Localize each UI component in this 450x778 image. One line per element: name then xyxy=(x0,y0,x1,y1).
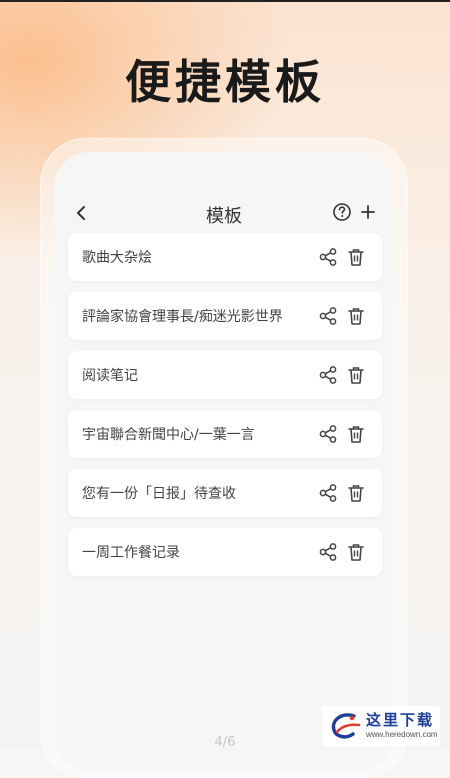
trash-icon[interactable] xyxy=(346,424,366,444)
template-name: 阅读笔记 xyxy=(82,368,138,384)
trash-icon[interactable] xyxy=(346,365,366,385)
template-card[interactable]: 宇宙聯合新聞中心/一葉一言 xyxy=(68,410,382,458)
share-icon[interactable] xyxy=(318,424,338,444)
app-header: 模板 xyxy=(54,196,394,232)
promo-headline: 便捷模板 xyxy=(125,55,325,109)
trash-icon[interactable] xyxy=(346,483,366,503)
template-card[interactable]: 評論家協會理事長/痴迷光影世界 xyxy=(68,292,382,340)
trash-icon[interactable] xyxy=(346,306,366,326)
template-name: 您有一份「日报」待查收 xyxy=(82,486,236,502)
watermark-url: www.heredown.com xyxy=(366,730,438,739)
share-icon[interactable] xyxy=(318,365,338,385)
template-card[interactable]: 阅读笔记 xyxy=(68,351,382,399)
template-list: 歌曲大杂烩 評論家協會理事長/痴迷光影世界 阅读笔记 宇宙聯合新聞中心/一葉一言… xyxy=(68,233,382,587)
share-icon[interactable] xyxy=(318,542,338,562)
add-template-button[interactable] xyxy=(358,202,380,224)
question-circle-icon xyxy=(333,203,351,221)
chevron-left-icon xyxy=(77,206,85,220)
back-button[interactable] xyxy=(70,202,92,224)
template-card[interactable]: 歌曲大杂烩 xyxy=(68,233,382,281)
template-card[interactable]: 您有一份「日报」待查收 xyxy=(68,469,382,517)
trash-icon[interactable] xyxy=(346,542,366,562)
watermark: 这里下载 www.heredown.com xyxy=(322,706,440,746)
watermark-text: 这里下载 xyxy=(366,711,435,729)
watermark-logo xyxy=(331,713,361,739)
share-icon[interactable] xyxy=(318,483,338,503)
share-icon[interactable] xyxy=(318,247,338,267)
help-button[interactable] xyxy=(332,202,354,224)
template-name: 歌曲大杂烩 xyxy=(82,250,152,266)
plus-icon xyxy=(361,205,375,219)
template-name: 一周工作餐记录 xyxy=(82,545,180,561)
template-name: 評論家協會理事長/痴迷光影世界 xyxy=(82,309,283,325)
status-bar-edge xyxy=(0,0,450,2)
trash-icon[interactable] xyxy=(346,247,366,267)
template-card[interactable]: 一周工作餐记录 xyxy=(68,528,382,576)
share-icon[interactable] xyxy=(318,306,338,326)
template-name: 宇宙聯合新聞中心/一葉一言 xyxy=(82,427,255,443)
